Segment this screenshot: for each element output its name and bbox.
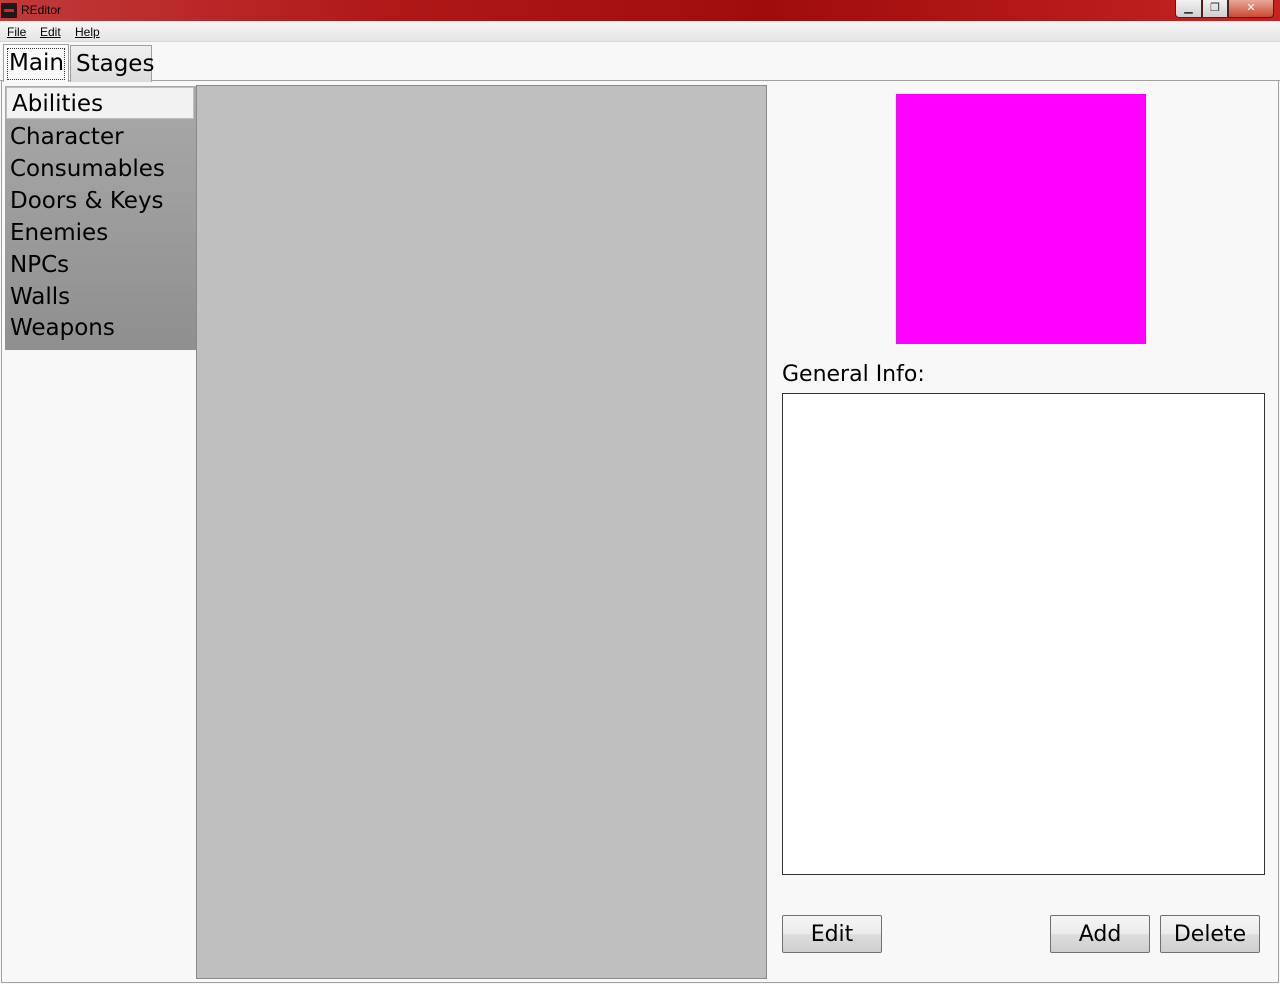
general-info-label: General Info: — [782, 362, 925, 387]
category-item-doors-keys[interactable]: Doors & Keys — [5, 185, 195, 217]
category-list[interactable]: Abilities Character Consumables Doors & … — [5, 86, 196, 350]
general-info-textbox[interactable] — [782, 393, 1265, 875]
tab-main-label: Main — [9, 50, 64, 76]
tab-stages-label: Stages — [76, 51, 155, 77]
item-list[interactable] — [196, 85, 767, 979]
close-button[interactable]: ✕ — [1228, 0, 1274, 18]
window-title: REditor — [21, 3, 62, 17]
edit-button[interactable]: Edit — [782, 915, 882, 953]
delete-button[interactable]: Delete — [1160, 915, 1260, 953]
category-item-npcs[interactable]: NPCs — [5, 249, 195, 281]
category-item-enemies[interactable]: Enemies — [5, 217, 195, 249]
title-bar[interactable]: REditor ▁ ❐ ✕ — [0, 0, 1280, 21]
category-item-character[interactable]: Character — [5, 121, 195, 153]
tab-strip-divider — [0, 80, 1280, 81]
add-button[interactable]: Add — [1050, 915, 1150, 953]
category-item-walls[interactable]: Walls — [5, 281, 195, 313]
app-icon[interactable] — [1, 3, 17, 18]
tab-stages[interactable]: Stages — [70, 45, 155, 82]
menu-file[interactable]: File — [7, 25, 26, 39]
minimize-button[interactable]: ▁ — [1175, 0, 1202, 18]
menu-bar: File Edit Help — [0, 21, 1280, 42]
category-item-abilities[interactable]: Abilities — [6, 87, 194, 119]
menu-help[interactable]: Help — [75, 25, 100, 39]
category-item-consumables[interactable]: Consumables — [5, 153, 195, 185]
menu-edit[interactable]: Edit — [40, 25, 61, 39]
tab-main[interactable]: Main — [3, 44, 69, 82]
category-item-weapons[interactable]: Weapons — [5, 312, 195, 344]
sprite-preview — [896, 94, 1146, 344]
restore-button[interactable]: ❐ — [1202, 0, 1228, 18]
